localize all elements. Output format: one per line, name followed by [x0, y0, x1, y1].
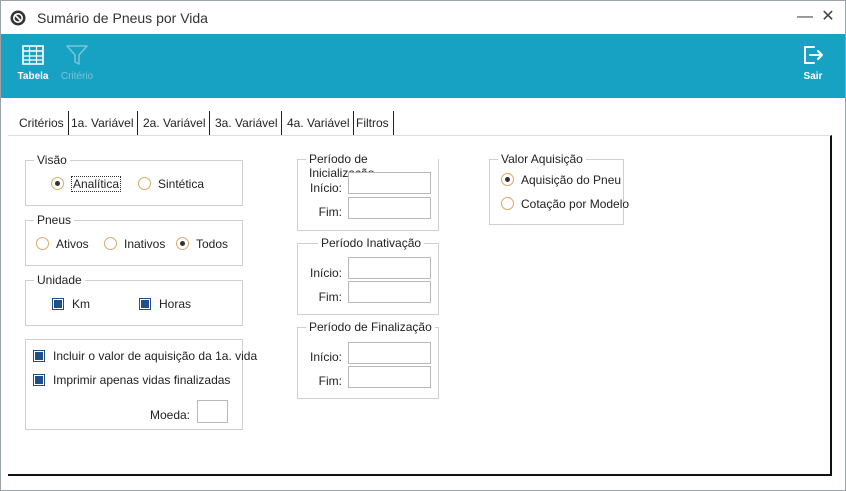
inativacao-inicio-input[interactable] [348, 257, 431, 279]
app-logo-icon [10, 10, 26, 26]
checkbox-label-incluir: Incluir o valor de aquisição da 1a. vida [53, 349, 258, 363]
toolbar: Tabela Critério Sair [1, 34, 845, 98]
valor-aquisicao-legend: Valor Aquisição [498, 152, 586, 166]
radio-label-inativos: Inativos [124, 237, 166, 251]
tab-1a-variavel[interactable]: 1a. Variável [67, 111, 139, 135]
criterios-panel: Visão Analítica Sintética Pneus Ativos I… [8, 135, 832, 476]
periodo-finalizacao-group: Período de Finalização Início: Fim: [297, 320, 439, 399]
criterio-button[interactable]: Critério [57, 34, 97, 98]
checkbox-indicator [52, 298, 64, 310]
radio-label-sintetica: Sintética [158, 177, 205, 191]
checkbox-label-km: Km [72, 297, 90, 311]
checkbox-label-horas: Horas [159, 297, 192, 311]
inativacao-fim-input[interactable] [348, 281, 431, 303]
radio-label-ativos: Ativos [56, 237, 89, 251]
radio-indicator [176, 237, 189, 250]
unidade-legend: Unidade [34, 273, 85, 287]
unidade-group: Unidade Km Horas [25, 273, 243, 326]
periodo-inativacao-legend: Período Inativação [318, 236, 425, 250]
moeda-label: Moeda: [149, 408, 190, 422]
pneus-group: Pneus Ativos Inativos Todos [25, 213, 243, 266]
checkbox-label-imprimir: Imprimir apenas vidas finalizadas [53, 373, 231, 387]
finalizacao-inicio-label: Início: [309, 350, 342, 364]
minimize-icon[interactable]: — [795, 7, 815, 27]
exit-icon [804, 46, 823, 64]
tab-criterios[interactable]: Critérios [15, 111, 69, 135]
checkbox-indicator [33, 350, 45, 362]
criterio-label: Critério [60, 71, 94, 82]
pneus-legend: Pneus [34, 213, 75, 227]
moeda-input[interactable] [197, 400, 228, 423]
close-icon[interactable]: ✕ [818, 7, 838, 27]
visao-legend: Visão [34, 153, 70, 167]
title-bar: Sumário de Pneus por Vida — ✕ [1, 1, 845, 34]
periodo-finalizacao-legend: Período de Finalização [306, 320, 435, 334]
finalizacao-fim-input[interactable] [348, 366, 431, 388]
radio-indicator [104, 237, 117, 250]
radio-indicator [36, 237, 49, 250]
tabela-label: Tabela [17, 71, 49, 82]
radio-indicator [138, 177, 151, 190]
radio-label-aquisicao-pneu: Aquisição do Pneu [521, 173, 622, 187]
tab-2a-variavel[interactable]: 2a. Variável [139, 111, 211, 135]
periodo-inativacao-group: Período Inativação Início: Fim: [297, 236, 439, 315]
opcoes-group: Incluir o valor de aquisição da 1a. vida… [25, 339, 257, 430]
radio-label-analitica: Analítica [71, 176, 122, 192]
radio-indicator [501, 197, 514, 210]
tab-4a-variavel[interactable]: 4a. Variável [283, 111, 355, 135]
filter-icon [66, 45, 88, 65]
tabela-button[interactable]: Tabela [13, 34, 53, 98]
inativacao-inicio-label: Início: [309, 266, 342, 280]
radio-label-todos: Todos [196, 237, 229, 251]
tab-3a-variavel[interactable]: 3a. Variável [211, 111, 283, 135]
finalizacao-fim-label: Fim: [318, 374, 342, 388]
inicializacao-fim-label: Fim: [318, 205, 342, 219]
inicializacao-inicio-input[interactable] [348, 172, 431, 194]
valor-aquisicao-group: Valor Aquisição Aquisição do Pneu Cotaçã… [489, 152, 629, 225]
inicializacao-inicio-label: Início: [309, 181, 342, 195]
radio-label-cotacao-modelo: Cotação por Modelo [521, 197, 630, 211]
visao-group: Visão Analítica Sintética [25, 153, 243, 206]
radio-indicator [501, 173, 514, 186]
sair-button[interactable]: Sair [793, 34, 833, 98]
periodo-inicializacao-group: Período de Inicialização Início: Fim: [297, 152, 439, 231]
tab-filtros[interactable]: Filtros [352, 111, 394, 135]
window: Sumário de Pneus por Vida — ✕ Tabela Cri… [0, 0, 846, 491]
checkbox-indicator [33, 374, 45, 386]
table-icon [22, 45, 44, 65]
inativacao-fim-label: Fim: [318, 290, 342, 304]
window-title: Sumário de Pneus por Vida [37, 10, 208, 26]
radio-indicator [51, 177, 64, 190]
finalizacao-inicio-input[interactable] [348, 342, 431, 364]
inicializacao-fim-input[interactable] [348, 197, 431, 219]
checkbox-indicator [139, 298, 151, 310]
sair-label: Sair [803, 71, 823, 82]
